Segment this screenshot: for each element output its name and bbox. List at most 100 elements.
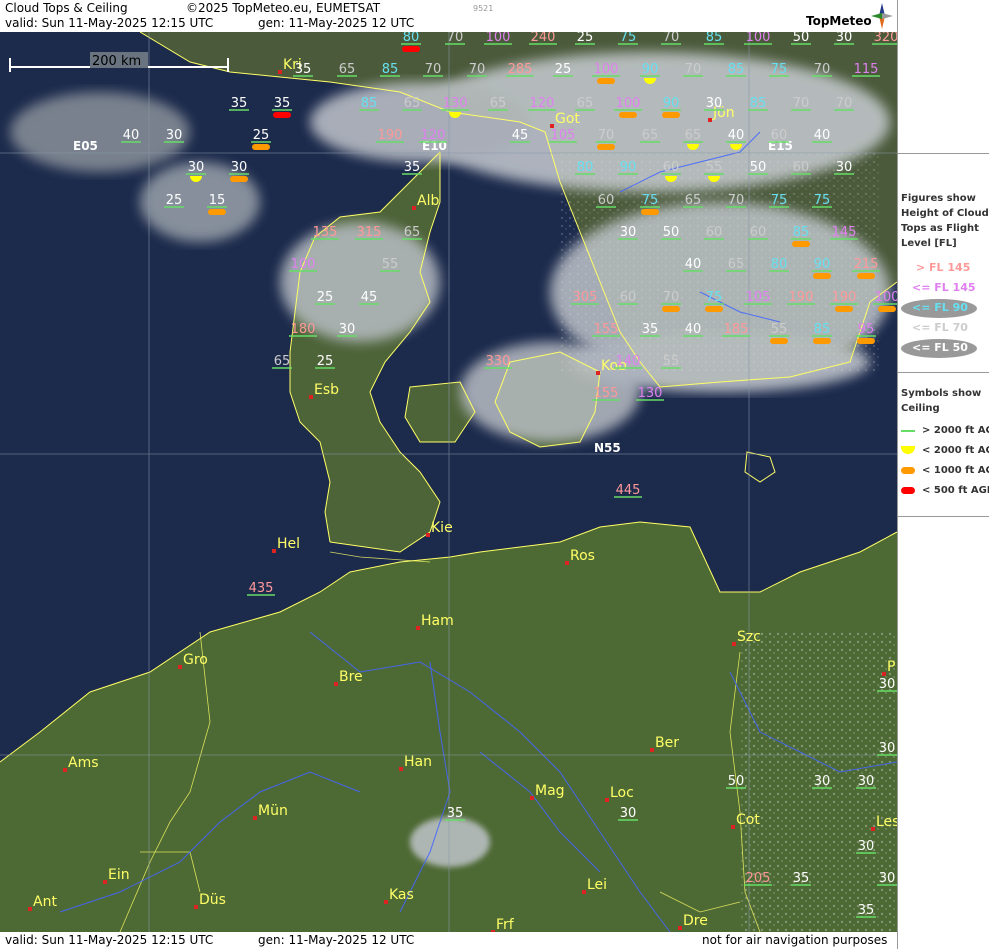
city-marker: Loc <box>605 785 634 802</box>
cloud-top-value: 50 <box>750 160 767 175</box>
cloud-top-marker: 85 <box>359 96 379 111</box>
city-dot <box>605 798 609 802</box>
cloud-top-value: 100 <box>291 257 316 272</box>
ceiling-lt500-icon <box>901 487 915 494</box>
cloud-top-value: 60 <box>706 225 723 240</box>
cloud-top-value: 65 <box>339 62 356 77</box>
cloud-top-marker: 35 <box>272 96 292 118</box>
symbols-heading-1: Symbols show <box>901 388 982 399</box>
cloud-top-value: 75 <box>814 193 831 208</box>
cloud-top-value: 90 <box>663 96 680 111</box>
cloud-top-value: 85 <box>728 62 745 77</box>
cloud-top-marker: 70 <box>812 62 832 77</box>
city-marker: Mün <box>253 803 288 820</box>
city-label: Mün <box>258 803 288 819</box>
cloud-top-marker: 35 <box>293 62 313 77</box>
cloud-top-value: 50 <box>663 225 680 240</box>
cloud-top-marker: 65 <box>575 96 595 111</box>
cloud-top-marker: 140 <box>614 354 642 369</box>
city-marker: Alb <box>412 193 439 210</box>
cloud-top-marker: 35 <box>229 96 249 111</box>
city-label: Han <box>404 754 432 770</box>
cloud-top-marker: 25 <box>251 128 271 150</box>
cloud-top-marker: 55 <box>661 354 681 369</box>
cloud-top-marker: 75 <box>640 193 660 215</box>
city-dot <box>178 665 182 669</box>
city-marker: Han <box>399 754 432 771</box>
cloud-top-value: 105 <box>551 128 576 143</box>
cloud-top-marker: 120 <box>419 128 447 143</box>
cloud-top-value: 90 <box>642 62 659 77</box>
cloud-top-value: 105 <box>746 290 771 305</box>
cloud-top-marker: 50 <box>661 225 681 240</box>
cloud-top-value: 30 <box>814 774 831 789</box>
city-dot <box>399 767 403 771</box>
cloud-top-marker: 190 <box>376 128 404 143</box>
cloud-top-value: 155 <box>594 386 619 401</box>
ceiling-symbol <box>252 144 270 150</box>
footer-valid-time: valid: Sun 11-May-2025 12:15 UTC <box>5 933 214 947</box>
cloud-top-value: 70 <box>685 62 702 77</box>
disclaimer: not for air navigation purposes <box>702 933 888 947</box>
ceiling-symbol <box>402 46 420 52</box>
cloud-top-value: 30 <box>879 677 896 692</box>
cloud-top-value: 50 <box>793 32 810 45</box>
cloud-top-value: 100 <box>746 32 771 45</box>
city-marker: Esb <box>309 382 339 399</box>
cloud-top-marker: 65 <box>726 257 746 272</box>
legend-panel: Figures show Height of Cloud Tops as Fli… <box>897 0 989 949</box>
valid-time: valid: Sun 11-May-2025 12:15 UTC <box>5 16 214 30</box>
cloud-top-value: 30 <box>620 806 637 821</box>
legend-le90: <= FL 90 <box>912 301 968 314</box>
city-label: Ham <box>421 613 454 629</box>
symbols-heading-2: Ceiling <box>901 403 940 414</box>
cloud-top-value: 190 <box>789 290 814 305</box>
cloud-top-value: 65 <box>274 354 291 369</box>
cloud-top-value: 60 <box>663 160 680 175</box>
cloud-top-value: 65 <box>490 96 507 111</box>
cumulus-field-north <box>560 152 880 372</box>
ceiling-symbol <box>597 144 615 150</box>
cloud-top-marker: 30 <box>229 160 249 182</box>
cloud-top-value: 100 <box>594 62 619 77</box>
cloud-top-marker: 50 <box>726 774 746 789</box>
cloud-top-marker: 60 <box>596 193 616 208</box>
ceiling-symbol <box>857 338 875 344</box>
cloud-top-value: 35 <box>642 322 659 337</box>
topmeteo-logo: TopMeteo <box>806 14 872 28</box>
city-marker: Kas <box>384 887 414 904</box>
cloud-top-marker: 305 <box>571 290 599 305</box>
image-code: 9521 <box>473 4 494 13</box>
cloud-top-marker: 65 <box>488 96 508 111</box>
cloud-top-marker: 30 <box>834 32 854 45</box>
city-label: Szc <box>737 629 761 645</box>
city-marker: Got <box>550 111 580 128</box>
cloud-top-value: 40 <box>685 257 702 272</box>
city-label: Cot <box>736 812 760 828</box>
cloud-top-marker: 40 <box>812 128 832 143</box>
cloud-top-marker: 180 <box>289 322 317 337</box>
cloud-top-marker: 40 <box>683 257 703 272</box>
city-label: Les <box>876 814 897 830</box>
ceiling-symbol <box>662 306 680 312</box>
city-marker: Gro <box>178 652 208 669</box>
cloud-top-marker: 90 <box>661 96 681 118</box>
city-dot <box>678 926 682 930</box>
city-label: Ros <box>570 548 595 564</box>
cloud-top-marker: 65 <box>402 96 422 111</box>
cloud-top-value: 55 <box>771 322 788 337</box>
cloud-top-marker: 35 <box>856 903 876 918</box>
city-dot <box>731 825 735 829</box>
cloud-top-marker: 85 <box>791 225 811 247</box>
cloud-top-value: 75 <box>771 62 788 77</box>
cloud-top-marker: 50 <box>748 160 768 175</box>
ceiling-symbol <box>813 273 831 279</box>
cloud-top-marker: 155 <box>592 386 620 401</box>
city-label: Bre <box>339 669 363 685</box>
cloud-top-value: 90 <box>814 257 831 272</box>
cloud-top-value: 70 <box>728 193 745 208</box>
cloud-top-marker: 330 <box>484 354 512 369</box>
ceiling-symbol <box>662 112 680 118</box>
city-label: Dre <box>683 913 708 929</box>
cloud-top-value: 115 <box>854 62 879 77</box>
